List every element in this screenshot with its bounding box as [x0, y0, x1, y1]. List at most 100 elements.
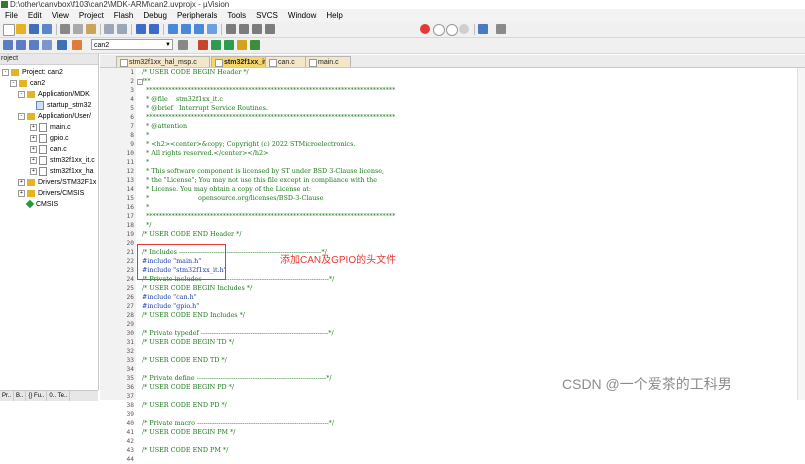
expand-icon[interactable]: + — [30, 134, 37, 142]
tree-item-file[interactable]: startup_stm32 — [36, 100, 91, 111]
redo-icon[interactable] — [117, 24, 127, 34]
expand-icon[interactable]: + — [30, 167, 37, 175]
undo-icon[interactable] — [104, 24, 114, 34]
configure-icon[interactable] — [496, 24, 506, 34]
chevron-down-icon[interactable]: ▼ — [165, 40, 171, 51]
collapse-icon[interactable]: - — [2, 68, 9, 76]
clear-breakpoints-icon[interactable] — [446, 24, 458, 36]
open-file-icon[interactable] — [16, 24, 26, 34]
menu-svcs[interactable]: SVCS — [251, 9, 283, 22]
save-all-icon[interactable] — [42, 24, 52, 34]
copy-icon[interactable] — [73, 24, 83, 34]
cut-icon[interactable] — [60, 24, 70, 34]
tree-item-target[interactable]: - can2 — [10, 78, 45, 89]
collapse-icon[interactable]: - — [18, 90, 25, 98]
fold-toggle-icon[interactable]: - — [137, 79, 143, 85]
options-for-target-icon[interactable] — [178, 40, 188, 50]
target-select-value: can2 — [94, 42, 110, 49]
manage-project-items-icon[interactable] — [198, 40, 208, 50]
tree-item-file[interactable]: + can.c — [30, 144, 67, 155]
target-select[interactable]: can2 ▼ — [91, 39, 173, 50]
select-packs-icon[interactable] — [211, 40, 221, 50]
paste-icon[interactable] — [86, 24, 96, 34]
uncomment-icon[interactable] — [265, 24, 275, 34]
clear-bookmarks-icon[interactable] — [207, 24, 217, 34]
line-number: 36 — [126, 384, 134, 391]
line-number: 44 — [126, 456, 134, 463]
new-file-icon[interactable] — [3, 24, 15, 36]
manage-rte-icon[interactable] — [224, 40, 234, 50]
tree-item-file[interactable]: + main.c — [30, 122, 71, 133]
code-line: /* Private define ----------------------… — [142, 374, 332, 382]
unindent-icon[interactable] — [239, 24, 249, 34]
code-line: * — [142, 158, 150, 166]
code-line: #include "can.h" — [142, 293, 197, 301]
menu-flash[interactable]: Flash — [109, 9, 139, 22]
tree-item-file[interactable]: + stm32f1xx_ha — [30, 166, 94, 177]
tree-item-project-root[interactable]: - Project: can2 — [2, 67, 63, 78]
line-number: 5 — [130, 105, 134, 112]
batch-build-icon[interactable] — [42, 40, 52, 50]
rte-run-icon[interactable] — [250, 40, 260, 50]
toolbar-separator — [131, 24, 132, 35]
code-line: * opensource.org/licenses/BSD-3-Clause — [142, 194, 324, 202]
next-bookmark-icon[interactable] — [194, 24, 204, 34]
tab-main[interactable]: main.c — [305, 56, 351, 67]
line-number: 34 — [126, 366, 134, 373]
tree-item-file[interactable]: + stm32f1xx_it.c — [30, 155, 95, 166]
expand-icon[interactable]: + — [18, 178, 25, 186]
navigate-forward-icon[interactable] — [149, 24, 159, 34]
tree-item-group[interactable]: + Drivers/STM32F1x — [18, 177, 96, 188]
navigate-back-icon[interactable] — [136, 24, 146, 34]
translate-icon[interactable] — [3, 40, 13, 50]
tree-item-group[interactable]: + Drivers/CMSIS — [18, 188, 84, 199]
bookmark-icon[interactable] — [168, 24, 178, 34]
line-number: 18 — [126, 222, 134, 229]
menu-peripherals[interactable]: Peripherals — [172, 9, 222, 22]
expand-icon[interactable]: + — [30, 156, 37, 164]
collapse-icon[interactable]: - — [10, 79, 17, 87]
breakpoint-icon[interactable] — [420, 24, 430, 34]
line-number: 39 — [126, 411, 134, 418]
tree-item-component[interactable]: CMSIS — [25, 199, 58, 210]
line-number: 28 — [126, 312, 134, 319]
tree-item-group[interactable]: - Application/MDK — [18, 89, 90, 100]
prev-bookmark-icon[interactable] — [181, 24, 191, 34]
vertical-scrollbar[interactable] — [797, 68, 805, 400]
panel-tabs: Pr.. B..{} Fu.. 0.. Te.. — [0, 390, 98, 401]
expand-icon[interactable]: + — [18, 189, 25, 197]
window-layout-icon[interactable] — [478, 24, 488, 34]
kill-breakpoints-icon[interactable] — [459, 24, 469, 34]
download-icon[interactable] — [57, 40, 67, 50]
menu-help[interactable]: Help — [321, 9, 347, 22]
code-line: ****************************************… — [142, 86, 396, 94]
menu-window[interactable]: Window — [283, 9, 321, 22]
comment-icon[interactable] — [252, 24, 262, 34]
expand-icon[interactable]: + — [30, 123, 37, 131]
build-icon[interactable] — [16, 40, 26, 50]
menu-debug[interactable]: Debug — [138, 9, 172, 22]
indent-icon[interactable] — [226, 24, 236, 34]
disable-breakpoint-icon[interactable] — [433, 24, 445, 36]
line-number: 11 — [126, 159, 134, 166]
menu-edit[interactable]: Edit — [23, 9, 47, 22]
tree-item-label: Application/MDK — [38, 91, 90, 98]
tree-item-file[interactable]: + gpio.c — [30, 133, 69, 144]
tab-can[interactable]: can.c — [265, 56, 307, 67]
tree-item-group[interactable]: - Application/User/ — [18, 111, 91, 122]
tree-item-label: can2 — [30, 80, 46, 87]
tab-stm32f1xx-hal-msp[interactable]: stm32f1xx_hal_msp.c — [116, 56, 210, 67]
save-icon[interactable] — [29, 24, 39, 34]
line-number: 8 — [130, 132, 134, 139]
menu-project[interactable]: Project — [74, 9, 109, 22]
menu-file[interactable]: File — [0, 9, 23, 22]
stop-build-icon[interactable] — [72, 40, 82, 50]
pack-installer-icon[interactable] — [237, 40, 247, 50]
tree-item-label: gpio.c — [50, 135, 69, 142]
collapse-icon[interactable]: - — [18, 112, 25, 120]
expand-icon[interactable]: + — [30, 145, 37, 153]
line-number: 12 — [126, 168, 134, 175]
rebuild-icon[interactable] — [29, 40, 39, 50]
menu-view[interactable]: View — [47, 9, 74, 22]
menu-tools[interactable]: Tools — [222, 9, 251, 22]
